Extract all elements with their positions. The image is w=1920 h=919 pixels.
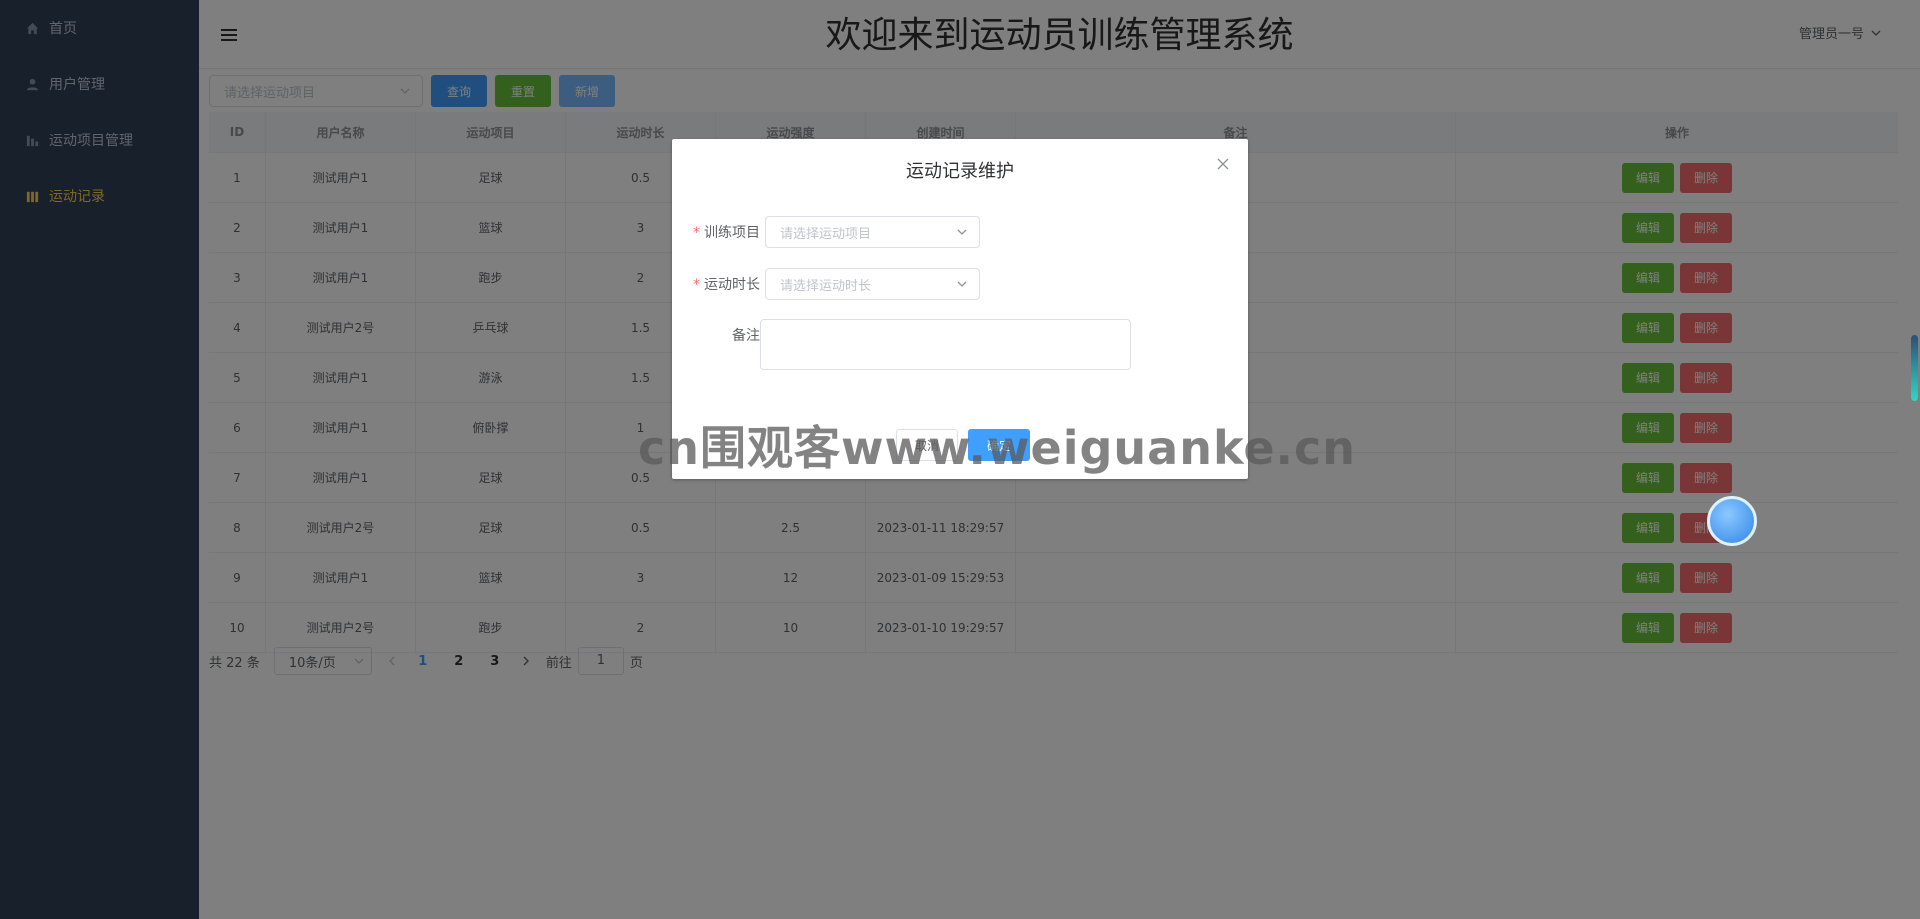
field-label: * 运动时长 [693, 277, 760, 293]
chevron-down-icon [957, 281, 967, 287]
form-row-duration: * 运动时长 请选择运动时长 [672, 268, 980, 300]
floating-assistant-button[interactable] [1707, 496, 1757, 546]
watermark-text: cn围观客www.weiguanke.cn [638, 421, 1357, 475]
select-placeholder: 请选择运动时长 [780, 278, 872, 294]
close-icon[interactable] [1216, 157, 1230, 171]
field-label: * 训练项目 [693, 225, 760, 241]
chevron-down-icon [957, 229, 967, 235]
note-textarea[interactable] [760, 319, 1131, 370]
form-row-sport: * 训练项目 请选择运动项目 [672, 216, 980, 248]
field-label: 备注 [732, 328, 760, 344]
select-placeholder: 请选择运动项目 [780, 226, 872, 242]
app-root: 首页 用户管理 运动项目管理 运动记录 欢迎来到运动员训练管理系统 管理员一号 … [0, 0, 1920, 919]
sport-select[interactable]: 请选择运动项目 [765, 216, 980, 248]
duration-select[interactable]: 请选择运动时长 [765, 268, 980, 300]
dialog-title: 运动记录维护 [906, 161, 1014, 182]
scroll-indicator [1911, 335, 1918, 401]
form-row-note: 备注 [672, 319, 1131, 370]
